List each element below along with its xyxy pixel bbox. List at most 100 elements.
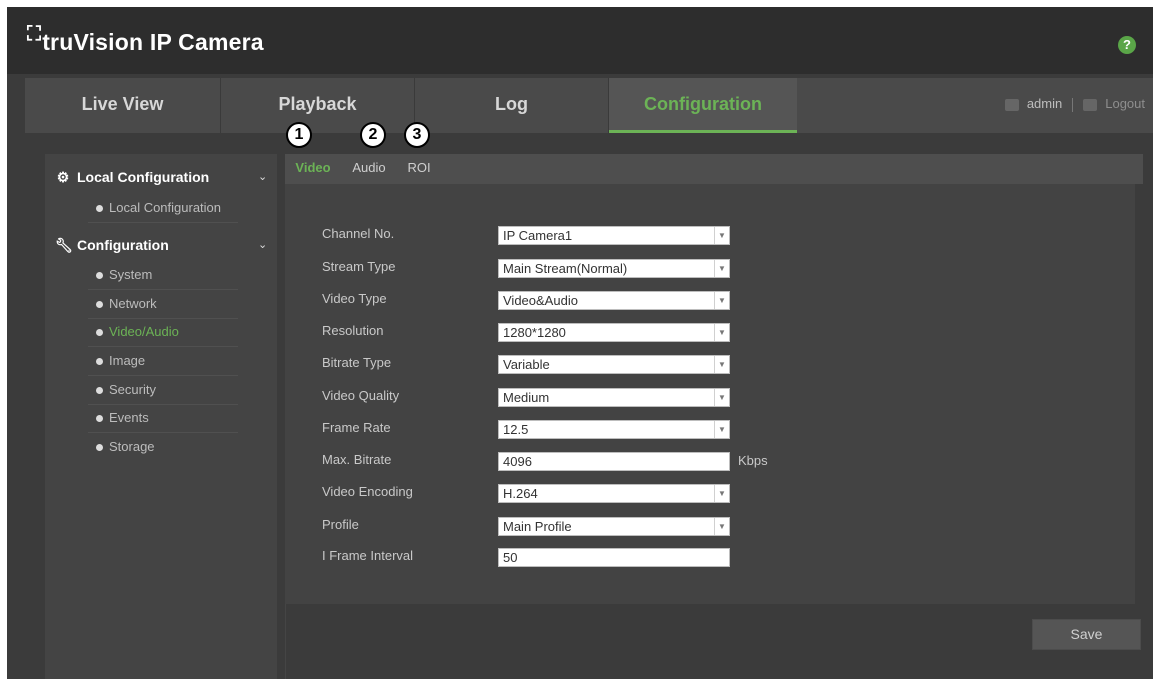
sidebar-item-label: Events [109,410,149,425]
tab-log[interactable]: Log [415,78,609,133]
dropdown-arrow-icon: ▼ [714,518,729,535]
callout-3: 3 [404,122,430,148]
sidebar-group-label: Local Configuration [77,169,210,185]
bullet-icon [96,357,103,365]
button-area [285,604,1144,679]
sidebar-group-local-configuration[interactable]: ⚙ Local Configuration ⌄ [45,162,277,192]
select-value: Medium [503,390,550,405]
field-label-video-quality: Video Quality [322,388,400,403]
logo-mark-icon: ⛶ [27,23,42,45]
select-value: IP Camera1 [503,228,573,243]
field-label-channel-no: Channel No. [322,226,395,241]
app-title: truVision IP Camera [42,29,264,55]
app-window: ⛶truVision IP Camera ? Live View Playbac… [7,7,1153,679]
select-value: Main Stream(Normal) [503,261,628,276]
logout-icon[interactable] [1083,98,1098,111]
title-bar: ⛶truVision IP Camera ? [7,7,1153,74]
sidebar-item-label: Network [109,296,157,311]
save-button[interactable]: Save [1032,619,1141,650]
sidebar-item-image[interactable]: Image [88,347,238,376]
select-value: 12.5 [503,422,529,437]
tab-live-view[interactable]: Live View [25,78,221,133]
chevron-down-icon: ⌄ [258,171,268,183]
video-encoding-select[interactable]: H.264 ▼ [498,484,730,503]
sidebar-item-label: Video/Audio [109,324,179,339]
bullet-icon [96,443,103,451]
channel-no-select[interactable]: IP Camera1 ▼ [498,226,730,245]
dropdown-arrow-icon: ▼ [714,421,729,438]
tab-configuration[interactable]: Configuration [609,78,797,133]
subtab-bar: Video Audio ROI [285,154,1143,184]
user-divider [1072,97,1074,112]
frame-rate-select[interactable]: 12.5 ▼ [498,420,730,439]
chevron-down-icon: ⌄ [258,239,268,251]
field-label-profile: Profile [322,517,359,532]
bullet-icon [96,386,103,394]
user-icon [1004,98,1019,111]
bullet-icon [96,300,103,308]
bullet-icon [96,328,103,336]
subtab-roi[interactable]: ROI [404,154,434,184]
video-settings-panel: Channel No. IP Camera1 ▼ Stream Type Main… [285,184,1135,604]
dropdown-arrow-icon: ▼ [714,227,729,244]
sidebar-item-network[interactable]: Network [88,290,238,319]
select-value: H.264 [503,486,538,501]
sidebar-item-label: Security [109,382,156,397]
video-type-select[interactable]: Video&Audio ▼ [498,291,730,310]
help-icon[interactable]: ? [1118,36,1136,54]
callout-1: 1 [286,122,312,148]
callout-2: 2 [360,122,386,148]
dropdown-arrow-icon: ▼ [714,389,729,406]
dropdown-arrow-icon: ▼ [714,356,729,373]
dropdown-arrow-icon: ▼ [714,485,729,502]
bullet-icon [96,204,103,212]
field-label-i-frame-interval: I Frame Interval [322,548,414,563]
max-bitrate-unit: Kbps [738,453,768,468]
sidebar-item-security[interactable]: Security [88,376,238,405]
profile-select[interactable]: Main Profile ▼ [498,517,730,536]
dropdown-arrow-icon: ▼ [714,324,729,341]
sidebar-group-label: Configuration [77,237,169,253]
sidebar-item-system[interactable]: System [88,261,238,290]
settings-icon: ⚙ [56,169,70,185]
sidebar: ⚙ Local Configuration ⌄ Local Configurat… [45,154,277,679]
dropdown-arrow-icon: ▼ [714,292,729,309]
username: admin [1026,96,1063,111]
sidebar-item-storage[interactable]: Storage [88,433,238,461]
sidebar-item-label: System [109,267,153,282]
user-area: admin Logout [1004,78,1145,133]
select-value: Variable [503,357,550,372]
i-frame-interval-input[interactable]: 50 [498,548,730,567]
sidebar-item-label: Local Configuration [109,200,222,215]
video-quality-select[interactable]: Medium ▼ [498,388,730,407]
field-label-max-bitrate: Max. Bitrate [322,452,392,467]
max-bitrate-input[interactable]: 4096 [498,452,730,471]
bullet-icon [96,271,103,279]
field-label-stream-type: Stream Type [322,259,396,274]
dropdown-arrow-icon: ▼ [714,260,729,277]
resolution-select[interactable]: 1280*1280 ▼ [498,323,730,342]
field-label-bitrate-type: Bitrate Type [322,355,392,370]
subtab-video[interactable]: Video [291,154,335,184]
wrench-icon: 🔧︎ [55,237,73,253]
sidebar-item-label: Image [109,353,146,368]
field-label-video-type: Video Type [322,291,387,306]
bitrate-type-select[interactable]: Variable ▼ [498,355,730,374]
sidebar-item-video-audio[interactable]: Video/Audio [88,318,238,347]
main-nav: Live View Playback Log Configuration adm… [25,78,1153,133]
field-label-frame-rate: Frame Rate [322,420,391,435]
sidebar-item-local-configuration[interactable]: Local Configuration [88,194,238,223]
app-logo: ⛶truVision IP Camera [27,23,264,56]
logout-link[interactable]: Logout [1105,96,1145,111]
select-value: Main Profile [503,519,572,534]
sidebar-item-label: Storage [109,439,155,454]
field-label-resolution: Resolution [322,323,384,338]
stream-type-select[interactable]: Main Stream(Normal) ▼ [498,259,730,278]
field-label-video-encoding: Video Encoding [322,484,413,499]
subtab-audio[interactable]: Audio [347,154,391,184]
bullet-icon [96,414,103,422]
sidebar-group-configuration[interactable]: 🔧︎ Configuration ⌄ [45,230,277,260]
sidebar-item-events[interactable]: Events [88,404,238,433]
select-value: Video&Audio [503,293,578,308]
tab-playback[interactable]: Playback [221,78,415,133]
